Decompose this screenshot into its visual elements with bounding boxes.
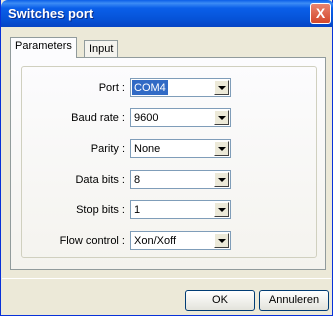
cancel-button[interactable]: Annuleren xyxy=(259,290,329,311)
chevron-down-icon[interactable] xyxy=(214,110,229,125)
chevron-down-icon[interactable] xyxy=(214,141,229,156)
baud-rate-label: Baud rate : xyxy=(71,112,125,124)
baud-rate-row: Baud rate : 9600 xyxy=(22,108,316,128)
close-button[interactable]: X xyxy=(310,3,331,24)
settings-group: Port : COM4 Baud rate : 9600 Parity : No… xyxy=(21,66,317,258)
parity-value: None xyxy=(134,143,161,155)
baud-rate-select[interactable]: 9600 xyxy=(130,108,231,127)
divider xyxy=(2,278,331,279)
stop-bits-select[interactable]: 1 xyxy=(130,200,231,219)
data-bits-row: Data bits : 8 xyxy=(22,170,316,190)
parity-select[interactable]: None xyxy=(130,139,231,158)
close-icon: X xyxy=(315,5,326,21)
flow-control-value: Xon/Xoff xyxy=(134,235,176,247)
port-row: Port : COM4 xyxy=(22,78,316,98)
data-bits-select[interactable]: 8 xyxy=(130,170,231,189)
stop-bits-value: 1 xyxy=(134,204,141,216)
data-bits-label: Data bits : xyxy=(75,174,125,186)
tab-panel: Port : COM4 Baud rate : 9600 Parity : No… xyxy=(10,57,326,270)
chevron-down-icon[interactable] xyxy=(214,202,229,217)
port-select[interactable]: COM4 xyxy=(130,78,231,97)
window-title: Switches port xyxy=(8,6,94,21)
flow-control-select[interactable]: Xon/Xoff xyxy=(130,231,231,250)
parity-row: Parity : None xyxy=(22,139,316,159)
data-bits-value: 8 xyxy=(134,174,141,186)
stop-bits-label: Stop bits : xyxy=(76,204,125,216)
baud-rate-value: 9600 xyxy=(134,112,159,124)
tab-parameters[interactable]: Parameters xyxy=(10,37,77,58)
dialog-window: Switches port X Parameters Input Port : … xyxy=(0,0,333,316)
chevron-down-icon[interactable] xyxy=(214,172,229,187)
ok-button[interactable]: OK xyxy=(185,290,255,311)
port-label: Port : xyxy=(98,82,125,94)
title-bar[interactable]: Switches port X xyxy=(1,0,333,27)
chevron-down-icon[interactable] xyxy=(214,80,229,95)
port-value: COM4 xyxy=(132,80,168,95)
flow-control-label: Flow control : xyxy=(59,235,125,247)
chevron-down-icon[interactable] xyxy=(214,233,229,248)
flow-control-row: Flow control : Xon/Xoff xyxy=(22,231,316,251)
stop-bits-row: Stop bits : 1 xyxy=(22,200,316,220)
parity-label: Parity : xyxy=(90,143,125,155)
